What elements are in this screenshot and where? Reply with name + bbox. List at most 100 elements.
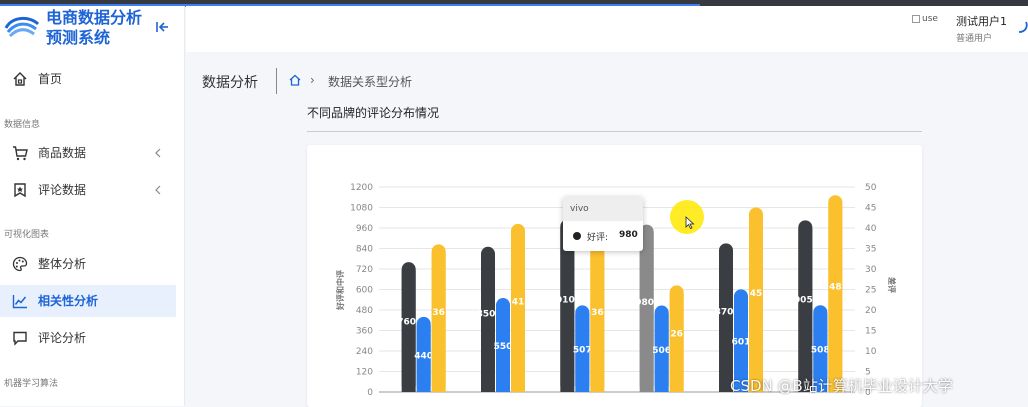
y-right-tick-label: 20 [865,306,877,316]
bad-review-bar-body [828,203,843,392]
sidebar-item-overall-analysis[interactable]: 整体分析 [0,248,176,280]
bad-review-bar-body [590,252,605,392]
good-review-bar-body [719,251,733,392]
tooltip-series-dot [573,232,581,240]
bad-review-bar-body [511,231,525,392]
sidebar-item-label: 整体分析 [38,257,87,271]
comment-icon [13,331,27,346]
user-name[interactable]: 测试用户1 [956,13,1007,29]
section-title: 不同品牌的评论分布情况 [307,106,440,120]
good-review-bar-body [798,228,813,392]
app-title-line1: 电商数据分析 [46,8,143,27]
sidebar-item-correlation-analysis[interactable]: 相关性分析 [0,285,176,317]
bar-value-label: 850 [477,309,496,319]
y-left-tick-label: 240 [356,347,373,357]
mouse-pointer-icon [685,216,695,229]
sidebar-item-label: 相关性分析 [38,294,99,308]
menu-group-visualization: 可视化图表 [4,230,50,240]
y-left-tick-label: 0 [367,388,373,398]
app-title-line2: 预测系统 [46,28,111,47]
section-divider [307,131,922,132]
bar-value-label: 980 [635,298,654,308]
bar-value-label: 550 [494,342,513,352]
y-right-tick-label: 40 [865,224,877,234]
bar-value-label: 45 [750,289,763,299]
menu-group-data: 数据信息 [4,120,41,130]
line-chart-icon [12,295,27,309]
y-right-tick-label: 30 [865,265,877,275]
collapse-sidebar-icon[interactable] [155,20,169,34]
y-left-tick-label: 480 [356,306,373,316]
home-icon [13,72,27,86]
breadcrumb-home-icon[interactable] [289,74,301,86]
y-left-tick-label: 120 [356,368,373,378]
bar-value-label: 48 [829,283,842,293]
tooltip-series-name: 好评: [587,233,609,243]
y-right-tick-label: 35 [865,245,876,255]
y-left-tick-label: 720 [356,265,373,275]
y-right-tick-label: 50 [865,183,877,193]
y-right-axis-label: 差评 [887,276,897,293]
y-right-tick-label: 25 [865,286,876,296]
y-right-tick-label: 45 [865,204,876,214]
sidebar: 电商数据分析 预测系统 首页 数据信息 商品数据 评论数据 可视化图表 整体分析… [0,6,185,406]
good-review-bar-body [481,254,495,392]
broken-image-icon [912,14,920,23]
sidebar-item-label: 评论数据 [38,183,87,197]
chart-card: 0 120 240 360 480 600 720 840 960 1080 1200 0 5 10 15 2… [307,145,922,407]
y-left-tick-label: 1200 [350,183,373,193]
y-left-tick-label: 840 [356,245,373,255]
chevron-left-icon [155,148,161,158]
avatar[interactable]: use [912,14,942,28]
sidebar-item-home[interactable]: 首页 [0,63,176,95]
y-left-tick-label: 1080 [350,204,373,214]
tooltip-series-text: 好评 [587,233,606,243]
y-right-tick-label: 10 [865,347,877,357]
bar-value-label: 601 [732,338,751,348]
bar-value-label: 440 [414,351,433,361]
tooltip-value: 980 [619,230,638,240]
bar-value-label: 506 [652,346,671,356]
brand-review-bar-chart[interactable]: 0120240360480600720840960108012000510152… [307,145,922,407]
tooltip-title: vivo [563,197,643,221]
bar-value-label: 41 [512,298,525,308]
avatar-alt-text: use [922,14,938,24]
breadcrumb-current: 数据关系型分析 [328,75,413,89]
bad-review-bar-body [669,293,684,392]
chevron-left-icon [155,185,161,195]
good-review-bar-body [401,270,416,392]
y-left-axis-label: 好评和中评 [335,270,345,311]
y-left-tick-label: 960 [356,224,373,234]
y-left-tick-label: 600 [356,286,373,296]
bar-value-label: 760 [397,317,416,327]
bar-value-label: 36 [591,308,604,318]
bar-value-label: 36 [432,308,445,318]
sidebar-item-review-data[interactable]: 评论数据 [0,174,176,206]
refresh-icon[interactable] [1016,20,1028,34]
sidebar-item-label: 首页 [38,72,63,86]
brand: 电商数据分析 预测系统 [0,6,185,52]
bar-value-label: 010 [556,295,575,305]
breadcrumb-separator-icon: › [310,73,315,87]
app-title: 电商数据分析 预测系统 [46,8,156,48]
good-review-bar-body [560,227,575,392]
menu-group-machine-learning: 机器学习算法 [4,379,59,389]
bad-review-bar-body [749,215,763,392]
user-role: 普通用户 [956,34,993,44]
bar-value-label: 26 [670,330,683,340]
y-left-tick-label: 360 [356,327,373,337]
bad-review-bar-body [431,252,446,392]
good-review-bar-body [639,232,654,392]
bar-value-label: 508 [811,346,830,356]
sidebar-item-label: 评论分析 [38,331,87,345]
bar-value-label: 870 [715,308,734,318]
sidebar-item-product-data[interactable]: 商品数据 [0,137,176,169]
bar-value-label: 005 [794,296,813,306]
sidebar-item-comment-analysis[interactable]: 评论分析 [0,322,176,354]
palette-icon [12,256,28,272]
sidebar-item-label: 商品数据 [38,146,87,160]
logo-icon [4,17,40,38]
bar-value-label: 507 [573,346,592,356]
cart-icon [13,146,28,161]
bookmark-icon [14,183,26,198]
